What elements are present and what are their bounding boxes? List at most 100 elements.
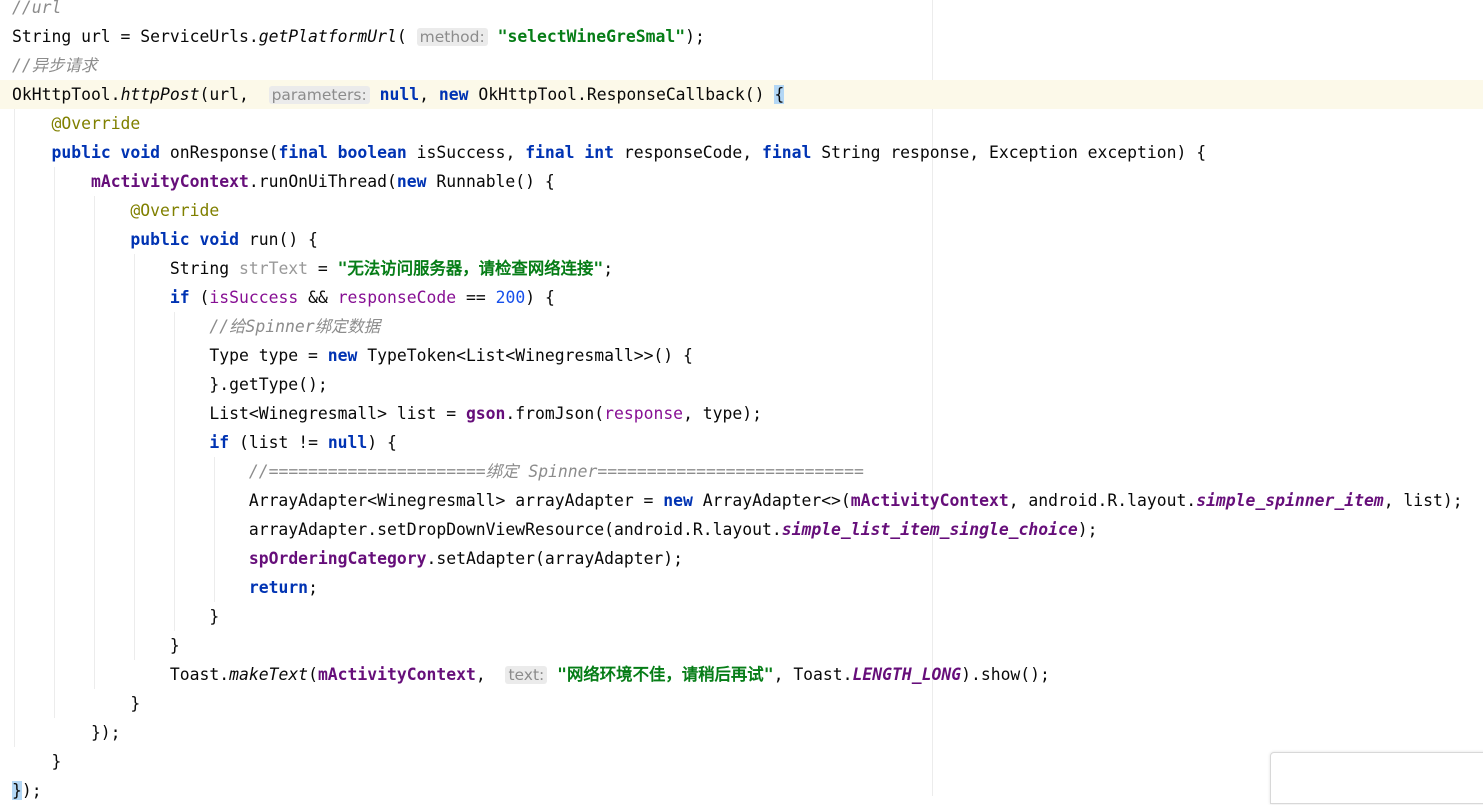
- code-token: isSuccess: [209, 288, 299, 307]
- code-line[interactable]: }: [0, 602, 1483, 631]
- code-token: mActivityContext: [317, 665, 476, 684]
- code-token: final boolean: [278, 143, 407, 162]
- code-line[interactable]: //异步请求: [0, 51, 1483, 80]
- code-token: //给Spinner绑定数据: [209, 317, 381, 336]
- code-token: (url,: [199, 85, 269, 104]
- code-token: @Override: [130, 201, 220, 220]
- code-token: ).show();: [961, 665, 1050, 684]
- code-line[interactable]: if (list != null) {: [0, 428, 1483, 457]
- code-token: new: [438, 85, 469, 104]
- code-line[interactable]: @Override: [0, 196, 1483, 225]
- code-token: 200: [495, 288, 526, 307]
- code-token: }: [12, 694, 141, 713]
- code-token: (: [189, 288, 210, 307]
- code-token: if: [169, 288, 190, 307]
- code-token: final: [762, 143, 812, 162]
- code-token: );: [1077, 520, 1098, 539]
- code-line[interactable]: //url: [0, 0, 1483, 22]
- code-token: String: [12, 259, 239, 278]
- code-token: &&: [298, 288, 338, 307]
- code-token: .runOnUiThread(: [248, 172, 397, 191]
- code-token: ) {: [367, 433, 397, 452]
- code-token: String url = ServiceUrls.: [12, 27, 259, 46]
- current-code-line[interactable]: OkHttpTool.httpPost(url, parameters: nul…: [0, 80, 1483, 109]
- code-token: ) {: [525, 288, 555, 307]
- code-line[interactable]: mActivityContext.runOnUiThread(new Runna…: [0, 167, 1483, 196]
- code-token: String response, Exception exception) {: [811, 143, 1207, 162]
- code-token: );: [685, 27, 705, 46]
- code-token: ==: [456, 288, 496, 307]
- code-token: strText: [238, 259, 309, 278]
- code-line[interactable]: @Override: [0, 109, 1483, 138]
- code-token: responseCode: [337, 288, 457, 307]
- code-line[interactable]: String url = ServiceUrls.getPlatformUrl(…: [0, 22, 1483, 51]
- code-token: LENGTH_LONG: [852, 665, 962, 684]
- code-line[interactable]: if (isSuccess && responseCode == 200) {: [0, 283, 1483, 312]
- code-line[interactable]: }: [0, 631, 1483, 660]
- code-line[interactable]: ArrayAdapter<Winegresmall> arrayAdapter …: [0, 486, 1483, 515]
- code-token: ;: [603, 259, 614, 278]
- code-token: ,: [475, 665, 506, 684]
- code-token: @Override: [51, 114, 141, 133]
- code-token: getPlatformUrl: [258, 27, 397, 46]
- floating-panel: [1270, 752, 1483, 804]
- code-token: httpPost: [120, 85, 200, 104]
- code-token: ArrayAdapter<Winegresmall> arrayAdapter …: [12, 491, 664, 510]
- code-token: new: [663, 491, 693, 510]
- code-token: Toast.: [12, 665, 230, 684]
- code-token: ArrayAdapter<>(: [692, 491, 851, 510]
- code-line[interactable]: arrayAdapter.setDropDownViewResource(and…: [0, 515, 1483, 544]
- code-token: isSuccess,: [406, 143, 526, 162]
- code-token: "selectWineGreSmal": [497, 27, 686, 46]
- code-line[interactable]: String strText = "无法访问服务器，请检查网络连接";: [0, 254, 1483, 283]
- code-line[interactable]: return;: [0, 573, 1483, 602]
- code-editor[interactable]: //url String url = ServiceUrls.getPlatfor…: [0, 0, 1483, 800]
- code-line[interactable]: }: [0, 747, 1483, 776]
- code-token: , list);: [1383, 491, 1463, 510]
- code-line[interactable]: Type type = new TypeToken<List<Winegresm…: [0, 341, 1483, 370]
- code-token: new: [327, 346, 358, 365]
- code-line[interactable]: Toast.makeText(mActivityContext, text: "…: [0, 660, 1483, 689]
- code-line[interactable]: });: [0, 718, 1483, 747]
- code-token: OkHttpTool.: [12, 85, 121, 104]
- code-line[interactable]: });: [0, 776, 1483, 805]
- code-line[interactable]: //给Spinner绑定数据: [0, 312, 1483, 341]
- code-token: (: [308, 665, 318, 684]
- code-line[interactable]: }.getType();: [0, 370, 1483, 399]
- code-line[interactable]: spOrderingCategory.setAdapter(arrayAdapt…: [0, 544, 1483, 573]
- parameter-hint: method:: [416, 28, 488, 46]
- code-line[interactable]: //======================绑定 Spinner======…: [0, 457, 1483, 486]
- code-token: onResponse(: [160, 143, 279, 162]
- code-line[interactable]: public void onResponse(final boolean isS…: [0, 138, 1483, 167]
- code-line[interactable]: public void run() {: [0, 225, 1483, 254]
- code-token: spOrderingCategory: [248, 549, 427, 568]
- code-token: OkHttpTool.ResponseCallback(): [468, 85, 775, 104]
- code-line[interactable]: List<Winegresmall> list = gson.fromJson(…: [0, 399, 1483, 428]
- code-token: null: [379, 85, 420, 104]
- code-line[interactable]: }: [0, 689, 1483, 718]
- code-token: "无法访问服务器，请检查网络连接": [337, 259, 604, 278]
- code-token: public void: [51, 143, 161, 162]
- code-token: Runnable() {: [426, 172, 555, 191]
- code-token: final int: [525, 143, 614, 162]
- code-token: if: [209, 433, 230, 452]
- matched-brace: }: [12, 781, 22, 800]
- code-token: List<Winegresmall> list =: [12, 404, 466, 423]
- code-token: (list !=: [229, 433, 328, 452]
- code-token: TypeToken<List<Winegresmall>>() {: [357, 346, 693, 365]
- code-token: run() {: [238, 230, 318, 249]
- code-token: }: [12, 636, 180, 655]
- code-token: }.getType();: [12, 375, 328, 394]
- code-token: , type);: [683, 404, 763, 423]
- code-token: arrayAdapter.setDropDownViewResource(and…: [12, 520, 782, 539]
- code-token: mActivityContext: [850, 491, 1009, 510]
- code-token: public void: [130, 230, 239, 249]
- code-token: .fromJson(: [505, 404, 605, 423]
